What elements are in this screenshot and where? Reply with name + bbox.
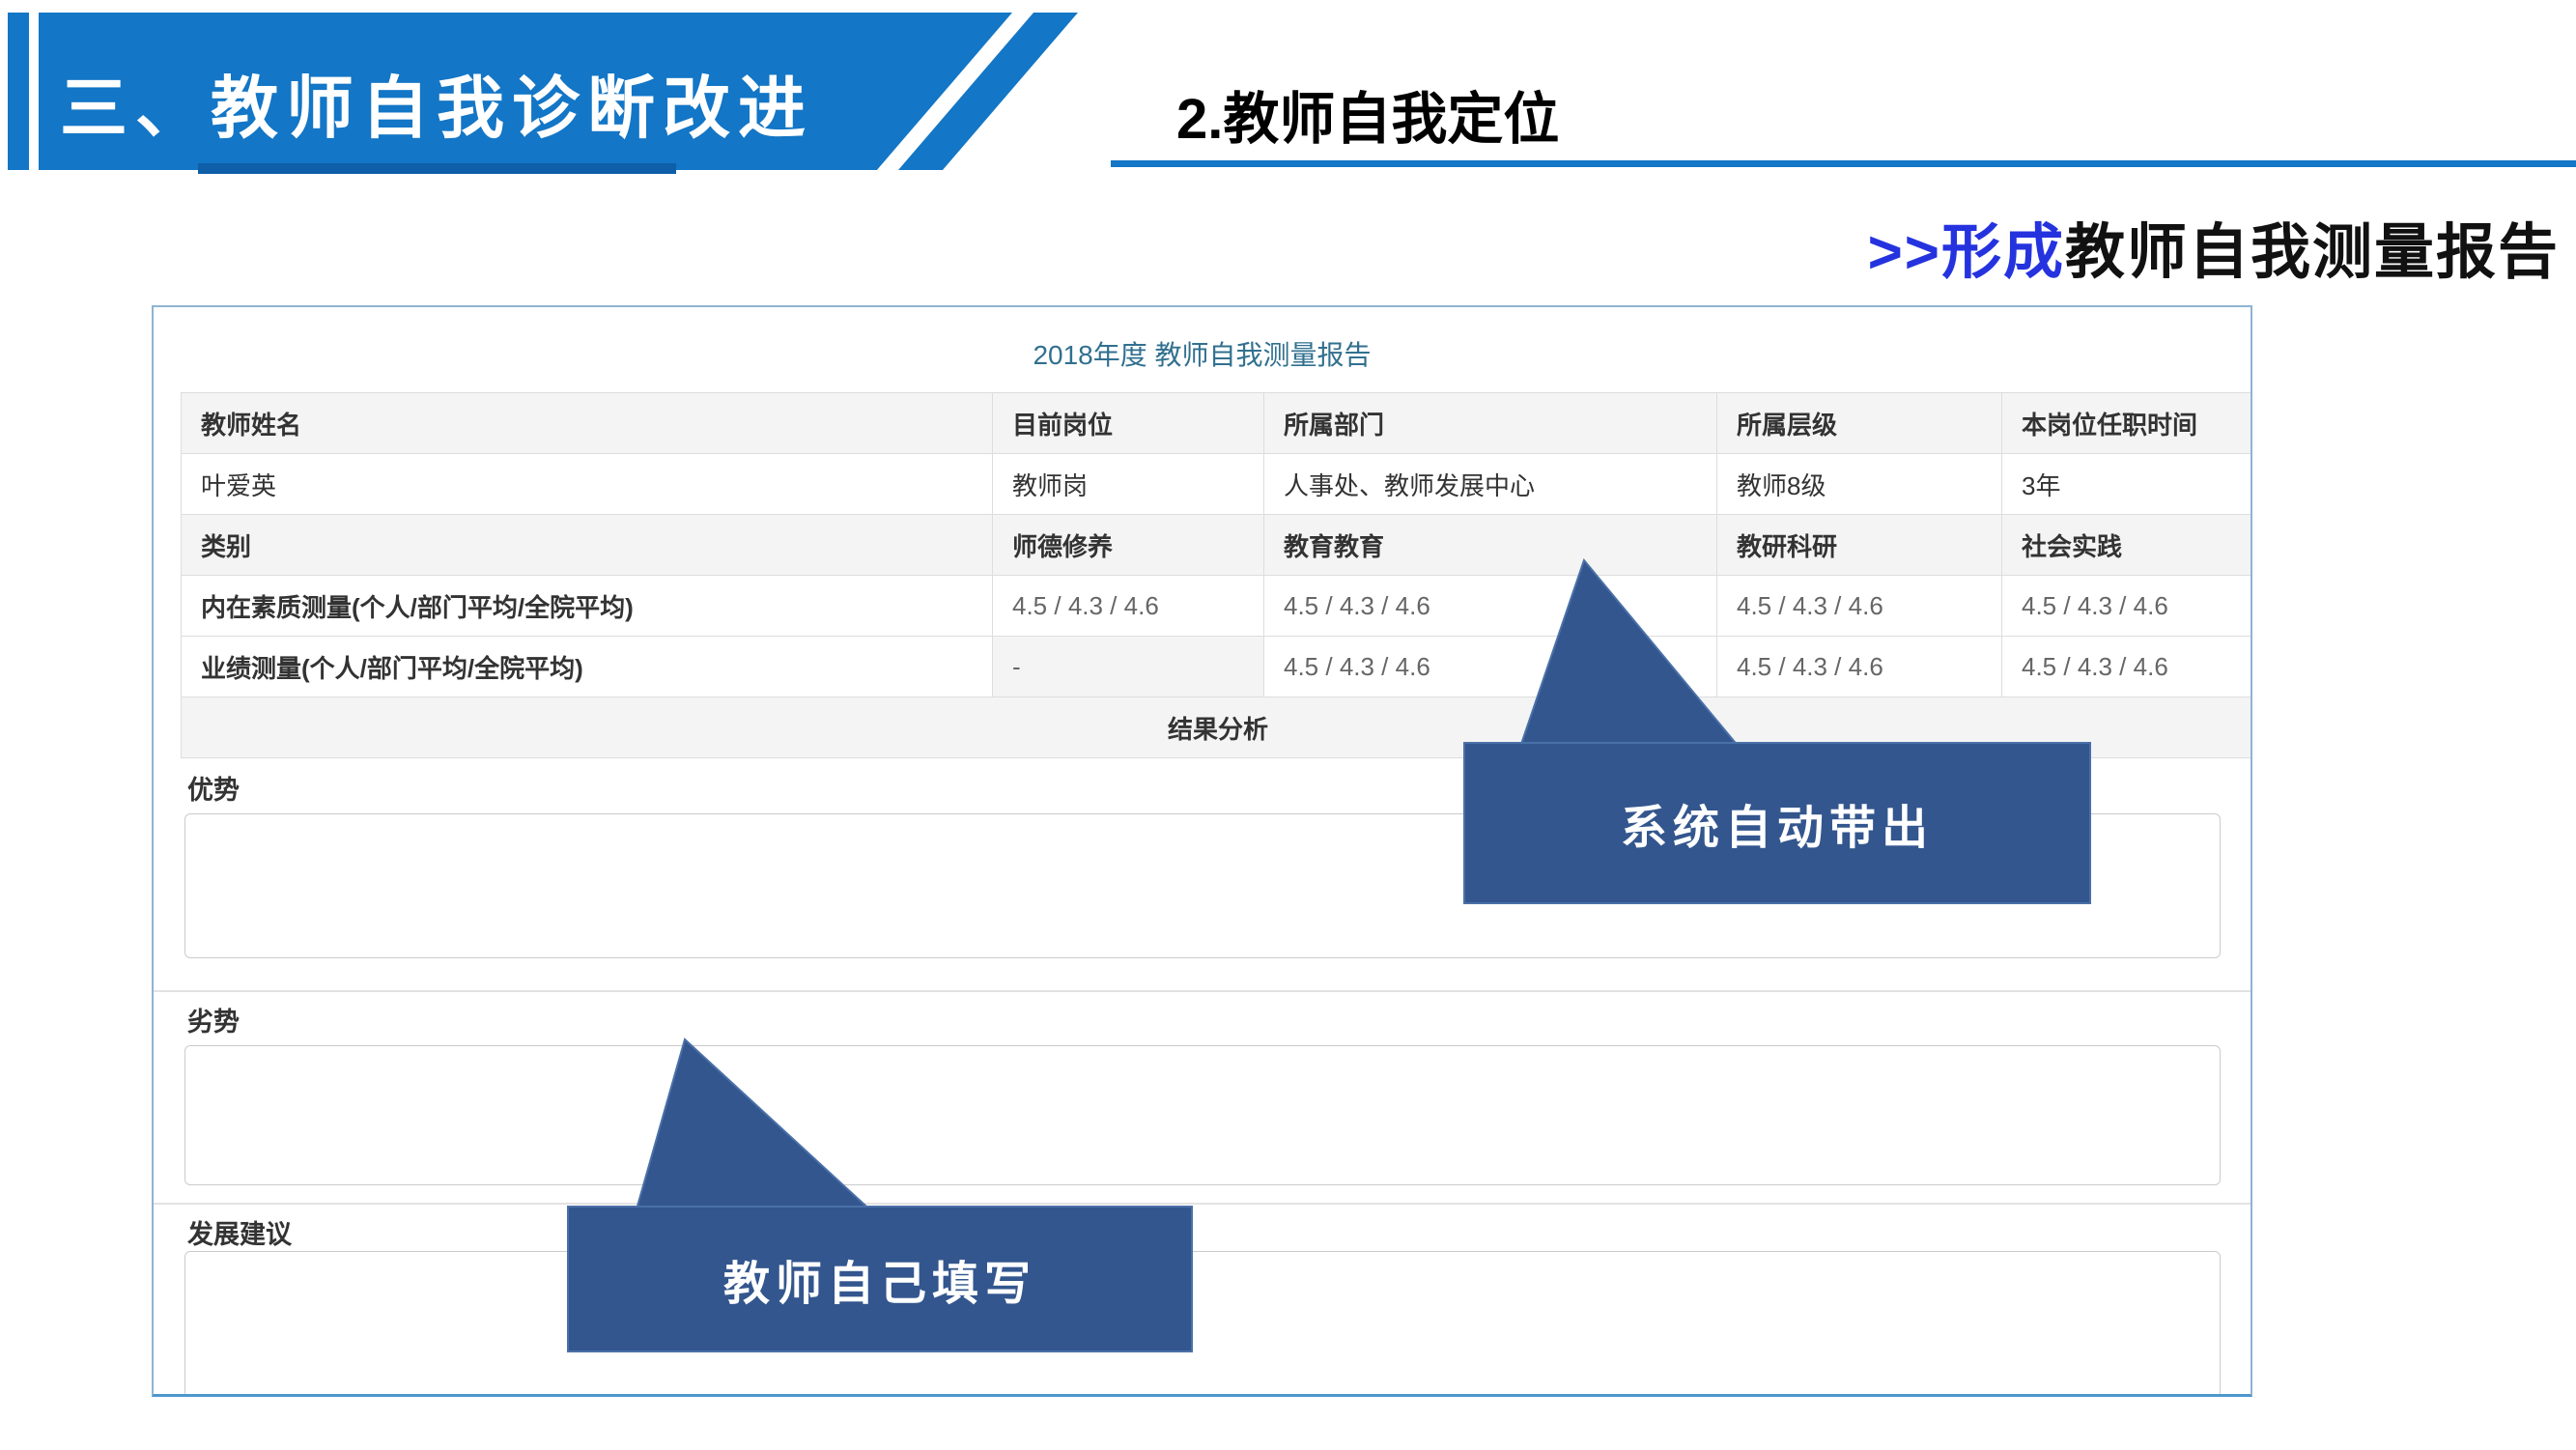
score-cell: 4.5 / 4.3 / 4.6 (2002, 576, 2253, 637)
section-underline (1111, 160, 2576, 167)
header-cell: 类别 (182, 515, 993, 576)
section-divider (154, 1203, 2250, 1205)
callout-system-autofill-label: 系统自动带出 (1621, 789, 1934, 857)
banner-title: 三、教师自我诊断改进 (60, 54, 813, 152)
header-cell: 目前岗位 (993, 393, 1264, 454)
callout-teacher-fill: 教师自己填写 (567, 1206, 1193, 1352)
form-heading-rest: 教师自我测量报告 (2065, 219, 2560, 286)
section-title: 2.教师自我定位 (1176, 73, 1559, 155)
callout-system-autofill: 系统自动带出 (1463, 742, 2091, 904)
weaknesses-label: 劣势 (187, 1001, 240, 1038)
table-row-info-header: 教师姓名 目前岗位 所属部门 所属层级 本岗位任职时间 (182, 393, 2253, 454)
department-cell: 人事处、教师发展中心 (1264, 454, 1717, 515)
report-table: 教师姓名 目前岗位 所属部门 所属层级 本岗位任职时间 叶爱英 教师岗 人事处、… (181, 392, 2252, 758)
table-row-intrinsic-scores: 内在素质测量(个人/部门平均/全院平均) 4.5 / 4.3 / 4.6 4.5… (182, 576, 2253, 637)
callout-arrow-up (1507, 554, 1758, 756)
header-cell: 所属层级 (1717, 393, 2002, 454)
score-cell: 4.5 / 4.3 / 4.6 (1717, 637, 2002, 697)
development-suggestion-textarea[interactable] (184, 1251, 2221, 1397)
header-cell: 所属部门 (1264, 393, 1717, 454)
tenure-cell: 3年 (2002, 454, 2253, 515)
header-cell: 教师姓名 (182, 393, 993, 454)
callout-arrow-up (621, 1032, 892, 1220)
header-cell: 教研科研 (1717, 515, 2002, 576)
table-row-performance-scores: 业绩测量(个人/部门平均/全院平均) - 4.5 / 4.3 / 4.6 4.5… (182, 637, 2253, 697)
banner-left-stub-shape (8, 13, 29, 170)
teacher-name-cell: 叶爱英 (182, 454, 993, 515)
table-row-category-header: 类别 师德修养 教育教育 教研科研 社会实践 (182, 515, 2253, 576)
level-cell: 教师8级 (1717, 454, 2002, 515)
form-heading-highlight: >>形成 (1868, 219, 2065, 286)
position-cell: 教师岗 (993, 454, 1264, 515)
header-cell: 师德修养 (993, 515, 1264, 576)
banner-underline-dark (198, 163, 676, 174)
header-cell: 本岗位任职时间 (2002, 393, 2253, 454)
row-label-cell: 内在素质测量(个人/部门平均/全院平均) (182, 576, 993, 637)
report-title: 2018年度 教师自我测量报告 (154, 334, 2250, 373)
score-cell: 4.5 / 4.3 / 4.6 (1717, 576, 2002, 637)
development-suggestion-label: 发展建议 (187, 1213, 292, 1251)
slide-canvas: { "slide": { "banner_title": "三、教师自我诊断改进… (0, 0, 2576, 1450)
section-divider (154, 990, 2250, 992)
weaknesses-textarea[interactable] (184, 1045, 2221, 1185)
callout-teacher-fill-label: 教师自己填写 (723, 1245, 1036, 1313)
score-cell: 4.5 / 4.3 / 4.6 (993, 576, 1264, 637)
score-cell: 4.5 / 4.3 / 4.6 (2002, 637, 2253, 697)
table-row-info-values: 叶爱英 教师岗 人事处、教师发展中心 教师8级 3年 (182, 454, 2253, 515)
row-label-cell: 业绩测量(个人/部门平均/全院平均) (182, 637, 993, 697)
strengths-label: 优势 (187, 769, 240, 807)
score-cell: - (993, 637, 1264, 697)
header-cell: 社会实践 (2002, 515, 2253, 576)
form-heading: >>形成教师自我测量报告 (1868, 203, 2560, 290)
